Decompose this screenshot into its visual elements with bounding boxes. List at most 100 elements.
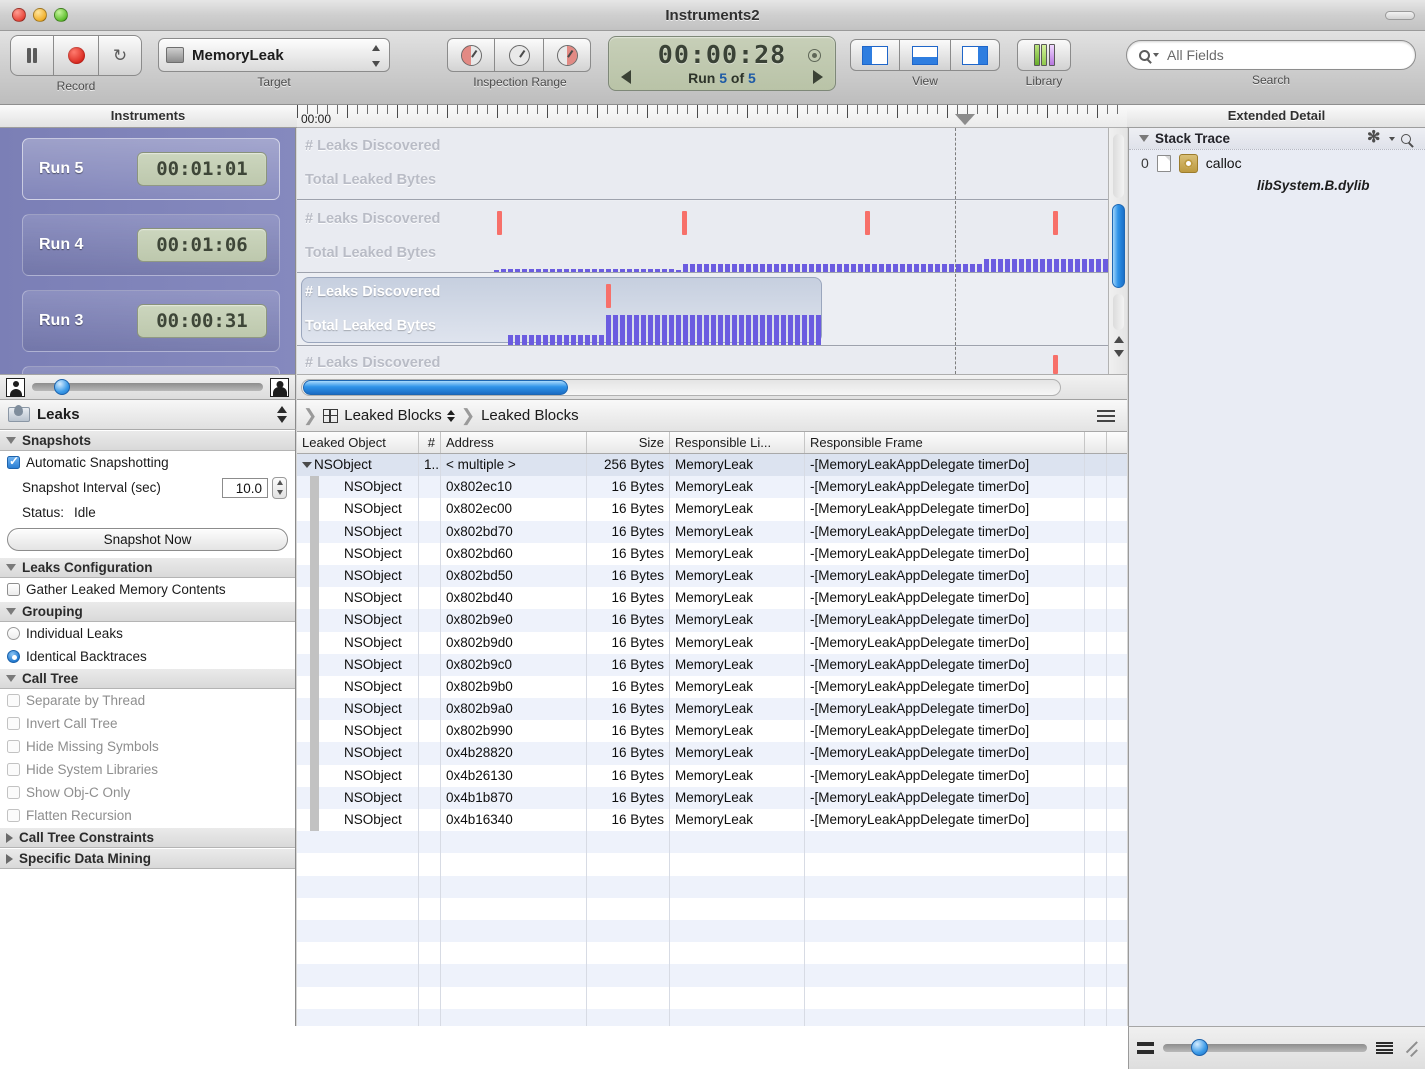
show-objc-only-row[interactable]: Show Obj-C Only xyxy=(0,781,295,804)
search-field[interactable]: All Fields xyxy=(1126,40,1416,70)
table-options-icon[interactable] xyxy=(1097,409,1115,422)
snapshot-now-button[interactable]: Snapshot Now xyxy=(7,528,288,551)
disclosure-triangle-icon[interactable] xyxy=(1139,135,1149,142)
disclosure-triangle-icon[interactable] xyxy=(6,675,16,682)
timer-mode-icon[interactable] xyxy=(808,49,821,62)
table-row-empty[interactable] xyxy=(297,853,1127,876)
invert-call-tree-row[interactable]: Invert Call Tree xyxy=(0,712,295,735)
run-item-5[interactable]: Run 5 00:01:01 xyxy=(22,138,280,200)
table-row-empty[interactable] xyxy=(297,897,1127,920)
separate-by-thread-checkbox[interactable] xyxy=(7,694,20,707)
section-call-tree-constraints[interactable]: Call Tree Constraints xyxy=(0,827,295,848)
table-row[interactable]: NSObject 0x4b28820 16 Bytes MemoryLeak -[Mem… xyxy=(297,742,1127,765)
playhead-marker[interactable] xyxy=(955,114,975,125)
search-input[interactable]: All Fields xyxy=(1167,47,1224,63)
track-run-5[interactable]: # Leaks Discovered Total Leaked Bytes xyxy=(297,128,1108,200)
gather-leaked-memory-checkbox[interactable] xyxy=(7,583,20,596)
run-item-3[interactable]: Run 3 00:00:31 xyxy=(22,290,280,352)
timeline-horizontal-scrollbar[interactable] xyxy=(297,374,1398,400)
snapshot-interval-stepper[interactable] xyxy=(272,476,287,499)
target-popup-button[interactable]: MemoryLeak xyxy=(158,38,390,72)
gear-icon[interactable] xyxy=(1367,127,1382,147)
grouping-identical-backtraces-row[interactable]: Identical Backtraces xyxy=(0,645,295,668)
inspection-range-start-button[interactable] xyxy=(447,38,495,72)
scroll-down-arrow-icon[interactable] xyxy=(1114,350,1124,357)
run-item-4[interactable]: Run 4 00:01:06 xyxy=(22,214,280,276)
person-large-icon[interactable] xyxy=(270,377,289,397)
column-header-size[interactable]: Size xyxy=(587,432,670,453)
next-run-button[interactable] xyxy=(813,70,823,84)
scrollbar-track-upper[interactable] xyxy=(1113,134,1124,198)
separate-by-thread-row[interactable]: Separate by Thread xyxy=(0,689,295,712)
hide-system-libraries-row[interactable]: Hide System Libraries xyxy=(0,758,295,781)
automatic-snapshotting-checkbox[interactable] xyxy=(7,454,20,469)
identical-backtraces-radio[interactable] xyxy=(7,650,20,663)
table-row-empty[interactable] xyxy=(297,919,1127,943)
section-leaks-configuration[interactable]: Leaks Configuration xyxy=(0,557,295,578)
section-snapshots[interactable]: Snapshots xyxy=(0,430,295,451)
section-specific-data-mining[interactable]: Specific Data Mining xyxy=(0,848,295,869)
table-row[interactable]: NSObject 0x802bd50 16 Bytes MemoryLeak -[Mem… xyxy=(297,564,1127,588)
flatten-recursion-checkbox[interactable] xyxy=(7,809,20,822)
row-height-large-icon[interactable] xyxy=(1137,1042,1154,1054)
invert-call-tree-checkbox[interactable] xyxy=(7,717,20,730)
record-button[interactable] xyxy=(54,35,98,76)
table-row[interactable]: NSObject 0x802b9b0 16 Bytes MemoryLeak -[Mem… xyxy=(297,675,1127,699)
disclosure-triangle-icon[interactable] xyxy=(6,608,16,615)
section-grouping[interactable]: Grouping xyxy=(0,601,295,622)
row-height-small-icon[interactable] xyxy=(1376,1041,1393,1055)
library-button[interactable] xyxy=(1017,39,1071,71)
scrollbar-track-lower[interactable] xyxy=(1113,294,1124,330)
table-row[interactable]: NSObject 0x4b26130 16 Bytes MemoryLeak -[Mem… xyxy=(297,764,1127,787)
track-run-3[interactable]: # Leaks Discovered Total Leaked Bytes xyxy=(297,274,1108,346)
grouping-individual-leaks-row[interactable]: Individual Leaks xyxy=(0,622,295,645)
table-row[interactable]: NSObject 0x802b9a0 16 Bytes MemoryLeak -[Mem… xyxy=(297,698,1127,721)
table-row-empty[interactable] xyxy=(297,942,1127,965)
scrollbar-thumb[interactable] xyxy=(303,380,568,395)
slider-knob[interactable] xyxy=(54,379,70,395)
timeline-tracks[interactable]: # Leaks Discovered Total Leaked Bytes # … xyxy=(297,128,1108,374)
scroll-up-arrow-icon[interactable] xyxy=(1114,336,1124,343)
chevron-updown-icon[interactable] xyxy=(446,409,455,422)
table-row[interactable]: NSObject 1.. < multiple >256 Bytes MemoryLe… xyxy=(297,454,1127,477)
toggle-right-pane-button[interactable] xyxy=(950,39,1000,71)
instrument-detail-slider[interactable] xyxy=(32,379,263,395)
column-header-responsible-frame[interactable]: Responsible Frame xyxy=(805,432,1085,453)
loop-button[interactable]: ↻ xyxy=(98,35,142,76)
disclosure-triangle-icon[interactable] xyxy=(6,853,13,864)
column-header-leaked-object[interactable]: Leaked Object xyxy=(297,432,419,453)
disclosure-triangle-icon[interactable] xyxy=(6,437,16,444)
table-row-empty[interactable] xyxy=(297,831,1127,854)
row-height-slider[interactable] xyxy=(1163,1039,1367,1056)
table-row[interactable]: NSObject 0x802b9e0 16 Bytes MemoryLeak -[Mem… xyxy=(297,609,1127,632)
table-body[interactable]: NSObject 1.. < multiple >256 Bytes MemoryLe… xyxy=(297,454,1127,1069)
table-row-empty[interactable] xyxy=(297,986,1127,1009)
hide-missing-symbols-row[interactable]: Hide Missing Symbols xyxy=(0,735,295,758)
chevron-down-icon[interactable] xyxy=(1389,136,1395,141)
search-icon[interactable] xyxy=(1401,133,1411,144)
gather-leaked-memory-row[interactable]: Gather Leaked Memory Contents xyxy=(0,578,295,601)
stack-trace-section-header[interactable]: Stack Trace xyxy=(1129,127,1425,150)
pause-button[interactable] xyxy=(10,35,54,76)
instrument-config-header[interactable]: Leaks xyxy=(0,400,296,430)
table-row[interactable]: NSObject 0x802bd60 16 Bytes MemoryLeak -[Mem… xyxy=(297,542,1127,565)
table-row[interactable]: NSObject 0x802b9d0 16 Bytes MemoryLeak -[Mem… xyxy=(297,631,1127,654)
toolbar-toggle-pill[interactable] xyxy=(1385,11,1415,20)
column-header-responsible-library[interactable]: Responsible Li... xyxy=(670,432,805,453)
table-row-empty[interactable] xyxy=(297,875,1127,898)
column-header-count[interactable]: # xyxy=(419,432,441,453)
table-row[interactable]: NSObject 0x802ec10 16 Bytes MemoryLeak -[Mem… xyxy=(297,476,1127,499)
table-row[interactable]: NSObject 0x802ec00 16 Bytes MemoryLeak -[Mem… xyxy=(297,498,1127,521)
toggle-bottom-pane-button[interactable] xyxy=(900,39,950,71)
inspection-range-end-button[interactable] xyxy=(543,38,591,72)
tracks-vertical-scrollbar[interactable] xyxy=(1108,128,1127,374)
flatten-recursion-row[interactable]: Flatten Recursion xyxy=(0,804,295,827)
timeline-ruler[interactable]: 00:00 xyxy=(297,105,1127,128)
slider-knob[interactable] xyxy=(1191,1039,1208,1056)
snapshot-interval-input[interactable]: 10.0 xyxy=(222,477,268,498)
table-row[interactable]: NSObject 0x802bd40 16 Bytes MemoryLeak -[Mem… xyxy=(297,587,1127,610)
grid-view-icon[interactable] xyxy=(323,408,339,423)
table-row[interactable]: NSObject 0x4b16340 16 Bytes MemoryLeak -[Mem… xyxy=(297,809,1127,832)
hide-missing-symbols-checkbox[interactable] xyxy=(7,740,20,753)
chevron-updown-icon[interactable] xyxy=(277,406,287,423)
